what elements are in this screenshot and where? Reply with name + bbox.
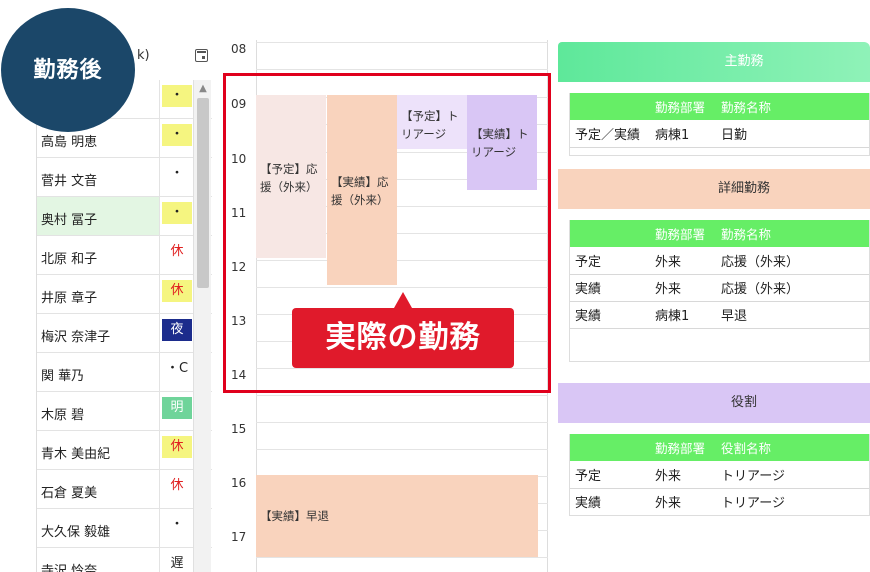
shift-mark: 明 xyxy=(162,397,192,419)
shift-mark: 休 xyxy=(162,280,192,302)
staff-row[interactable]: 菅井 文音 ・ xyxy=(37,158,212,197)
staff-row[interactable]: 井原 章子 休 xyxy=(37,275,212,314)
shift-mark: ・ xyxy=(162,514,192,536)
staff-row[interactable]: 大久保 毅雄 ・ xyxy=(37,509,212,548)
main-shift-header: 主勤務 xyxy=(558,42,870,82)
hour-label: 15 xyxy=(231,422,247,436)
staff-name: 梅沢 奈津子 xyxy=(41,330,111,345)
shift-mark: 遅 xyxy=(162,553,192,572)
shift-mark-cell[interactable]: ・C xyxy=(159,353,193,391)
staff-name: 石倉 夏美 xyxy=(41,486,98,501)
shift-mark: ・ xyxy=(162,202,192,224)
staff-name: 高島 明恵 xyxy=(41,135,98,150)
panel-frame xyxy=(569,93,870,156)
callout-text: 実際の勤務 xyxy=(325,320,481,355)
shift-mark: ・ xyxy=(162,124,192,146)
hour-label: 08 xyxy=(231,42,247,56)
staff-row[interactable]: 奥村 冨子 ・ xyxy=(37,197,212,236)
staff-name: 奥村 冨子 xyxy=(41,213,98,228)
shift-mark: 休 xyxy=(162,475,192,497)
panel-frame xyxy=(569,434,870,516)
grid-line xyxy=(256,69,548,70)
staff-row[interactable]: 石倉 夏美 休 xyxy=(37,470,212,509)
shift-mark: 休 xyxy=(162,436,192,458)
shift-mark: ・ xyxy=(162,163,192,185)
shift-mark-cell[interactable]: ・ xyxy=(159,197,193,235)
staff-row[interactable]: 青木 美由紀 休 xyxy=(37,431,212,470)
grid-line xyxy=(256,395,548,396)
staff-name: 大久保 毅雄 xyxy=(41,525,111,540)
shift-mark-cell[interactable]: 明 xyxy=(159,392,193,430)
grid-line xyxy=(256,557,548,558)
shift-mark-cell[interactable]: 休 xyxy=(159,431,193,469)
staff-row[interactable]: 関 華乃 ・C xyxy=(37,353,212,392)
staff-name: 井原 章子 xyxy=(41,291,98,306)
staff-name: 木原 碧 xyxy=(41,408,85,423)
badge-text: 勤務後 xyxy=(33,58,103,83)
shift-mark-cell[interactable]: 休 xyxy=(159,470,193,508)
shift-mark: ・C xyxy=(162,358,192,380)
shift-mark-cell[interactable]: ・ xyxy=(159,119,193,157)
shift-mark: 休 xyxy=(162,241,192,263)
scroll-thumb[interactable] xyxy=(197,98,209,288)
grid-line xyxy=(256,42,548,43)
hour-label: 16 xyxy=(231,476,247,490)
panel-title: 主勤務 xyxy=(724,54,764,69)
header-text: k) xyxy=(137,48,150,63)
shift-mark: ・ xyxy=(162,85,192,107)
staff-row[interactable]: 木原 碧 明 xyxy=(37,392,212,431)
shift-mark: 夜 xyxy=(162,319,192,341)
staff-name: 北原 和子 xyxy=(41,252,98,267)
shift-mark-cell[interactable]: 休 xyxy=(159,236,193,274)
panel-frame xyxy=(569,220,870,362)
panel-title: 役割 xyxy=(730,395,757,410)
staff-row[interactable]: 北原 和子 休 xyxy=(37,236,212,275)
staff-row[interactable]: 寺沢 怜奈 遅 xyxy=(37,548,212,572)
callout-pointer xyxy=(394,292,412,308)
event-label: 【実績】早退 xyxy=(260,509,329,523)
grid-line xyxy=(256,422,548,423)
staff-name: 菅井 文音 xyxy=(41,174,98,189)
calendar-icon[interactable] xyxy=(195,49,208,62)
shift-mark-cell[interactable]: 休 xyxy=(159,275,193,313)
shift-mark-cell[interactable]: ・ xyxy=(159,509,193,547)
shift-mark-cell[interactable]: ・ xyxy=(159,80,193,118)
scroll-up-arrow-icon[interactable]: ▲ xyxy=(194,80,212,98)
shift-mark-cell[interactable]: ・ xyxy=(159,158,193,196)
panel-title: 詳細勤務 xyxy=(717,181,770,196)
detail-shift-header: 詳細勤務 xyxy=(558,169,870,209)
role-header: 役割 xyxy=(558,383,870,423)
event-actual-early-leave[interactable]: 【実績】早退 xyxy=(256,475,538,557)
staff-name: 青木 美由紀 xyxy=(41,447,111,462)
staff-name: 寺沢 怜奈 xyxy=(41,564,98,572)
actual-work-callout: 実際の勤務 xyxy=(292,308,514,368)
hour-label: 17 xyxy=(231,530,247,544)
staff-name: 関 華乃 xyxy=(41,369,85,384)
after-work-badge: 勤務後 xyxy=(1,8,135,132)
shift-mark-cell[interactable]: 夜 xyxy=(159,314,193,352)
shift-mark-cell[interactable]: 遅 xyxy=(159,548,193,572)
grid-line xyxy=(256,449,548,450)
staff-row[interactable]: 梅沢 奈津子 夜 xyxy=(37,314,212,353)
scrollbar[interactable]: ▲ xyxy=(193,80,211,572)
